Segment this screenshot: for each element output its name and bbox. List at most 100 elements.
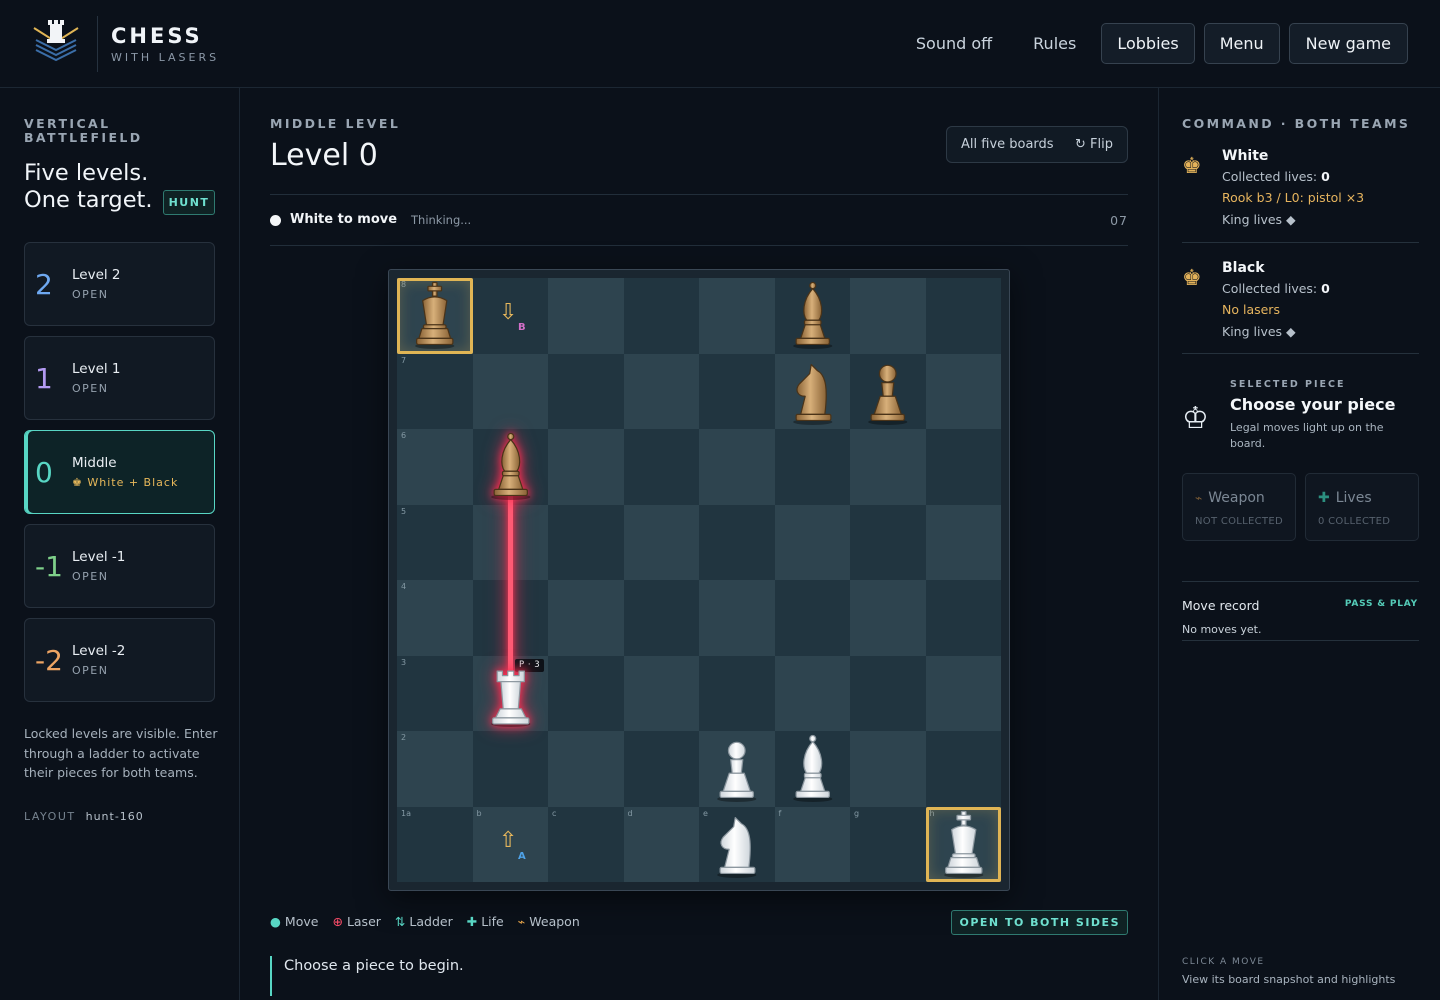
- board-square-d5[interactable]: [623, 504, 699, 580]
- sidebar-heading: Five levels. One target.: [24, 160, 153, 214]
- sound-toggle-link[interactable]: Sound off: [900, 23, 1008, 64]
- turn-label: White to move: [290, 212, 398, 227]
- board-square-a5[interactable]: 5: [397, 504, 473, 580]
- lobbies-button[interactable]: Lobbies: [1101, 23, 1195, 64]
- selected-piece-eyebrow: SELECTED PIECE: [1230, 379, 1346, 390]
- board-square-g3[interactable]: [850, 655, 926, 731]
- board-square-h6[interactable]: [925, 429, 1001, 505]
- board-square-f5[interactable]: [774, 504, 850, 580]
- rook-logo-icon[interactable]: [30, 16, 82, 64]
- board-square-a6[interactable]: 6: [397, 429, 473, 505]
- white-pawn-piece[interactable]: [699, 731, 775, 807]
- turn-counter: 07: [1110, 213, 1128, 228]
- board-coordinate: f: [778, 808, 782, 818]
- board-square-g2[interactable]: [850, 731, 926, 807]
- lives-stat-sub: 0 COLLECTED: [1318, 516, 1391, 527]
- board-square-d6[interactable]: [623, 429, 699, 505]
- board-square-h8[interactable]: [925, 278, 1001, 354]
- chess-board[interactable]: 8 7 6 5 4 3 2 1a b c d e f g h P · 3 ⇩ B ⇧ A: [397, 278, 1001, 882]
- board-square-c4[interactable]: [548, 580, 624, 656]
- board-square-g6[interactable]: [850, 429, 926, 505]
- board-square-e5[interactable]: [699, 504, 775, 580]
- chess-board-frame: 8 7 6 5 4 3 2 1a b c d e f g h P · 3 ⇩ B ⇧ A: [388, 269, 1010, 891]
- white-king-icon: ♚: [1182, 154, 1202, 179]
- board-square-h7[interactable]: [925, 353, 1001, 429]
- black-knight-piece[interactable]: [775, 354, 851, 430]
- click-move-eyebrow: CLICK A MOVE: [1182, 957, 1265, 967]
- life-plus-icon: ✚: [1318, 490, 1330, 506]
- lives-stat-title: ✚ Lives: [1318, 490, 1372, 506]
- board-square-d1[interactable]: d: [623, 806, 699, 882]
- board-square-f4[interactable]: [774, 580, 850, 656]
- white-knight-piece[interactable]: [699, 807, 775, 883]
- board-square-d4[interactable]: [623, 580, 699, 656]
- board-square-c5[interactable]: [548, 504, 624, 580]
- board-square-h5[interactable]: [925, 504, 1001, 580]
- board-coordinate: g: [854, 808, 860, 818]
- board-square-c2[interactable]: [548, 731, 624, 807]
- board-square-d2[interactable]: [623, 731, 699, 807]
- ladder-up-icon[interactable]: ⇧: [499, 828, 517, 853]
- level-card-2[interactable]: 2 Level 2 OPEN: [24, 242, 215, 326]
- board-square-a4[interactable]: 4: [397, 580, 473, 656]
- board-square-b2[interactable]: [472, 731, 548, 807]
- white-bishop-piece[interactable]: [775, 731, 851, 807]
- board-square-e4[interactable]: [699, 580, 775, 656]
- level-card-middle[interactable]: 0 Middle ♚ White + Black: [24, 430, 215, 514]
- board-square-c7[interactable]: [548, 353, 624, 429]
- level-number: -2: [35, 644, 63, 677]
- weapon-stat-card[interactable]: ⌁ Weapon NOT COLLECTED: [1182, 473, 1296, 541]
- board-square-a1[interactable]: 1a: [397, 806, 473, 882]
- team-lives: Collected lives: 0: [1222, 169, 1330, 184]
- move-record-empty: No moves yet.: [1182, 623, 1262, 636]
- white-king-piece[interactable]: [926, 807, 1002, 883]
- board-square-g1[interactable]: g: [850, 806, 926, 882]
- board-square-g8[interactable]: [850, 278, 926, 354]
- board-square-c6[interactable]: [548, 429, 624, 505]
- lives-stat-card[interactable]: ✚ Lives 0 COLLECTED: [1305, 473, 1419, 541]
- level-name: Level -1: [72, 549, 126, 565]
- menu-button[interactable]: Menu: [1203, 23, 1280, 64]
- board-square-a3[interactable]: 3: [397, 655, 473, 731]
- black-king-piece[interactable]: [397, 278, 473, 354]
- level-card-minus-1[interactable]: -1 Level -1 OPEN: [24, 524, 215, 608]
- team-king-status: King lives ◆: [1222, 324, 1296, 339]
- board-square-c1[interactable]: c: [548, 806, 624, 882]
- level-card-minus-2[interactable]: -2 Level -2 OPEN: [24, 618, 215, 702]
- black-pawn-piece[interactable]: [850, 354, 926, 430]
- board-square-e3[interactable]: [699, 655, 775, 731]
- weapon-stat-title: ⌁ Weapon: [1195, 490, 1265, 506]
- board-square-c3[interactable]: [548, 655, 624, 731]
- board-square-f3[interactable]: [774, 655, 850, 731]
- board-square-b7[interactable]: [472, 353, 548, 429]
- board-square-a2[interactable]: 2: [397, 731, 473, 807]
- board-square-d8[interactable]: [623, 278, 699, 354]
- black-bishop-piece[interactable]: [473, 429, 549, 505]
- all-boards-button[interactable]: All five boards: [961, 127, 1054, 162]
- board-square-g4[interactable]: [850, 580, 926, 656]
- board-square-h4[interactable]: [925, 580, 1001, 656]
- ladder-down-icon[interactable]: ⇩: [499, 300, 517, 325]
- board-square-h2[interactable]: [925, 731, 1001, 807]
- white-rook-piece[interactable]: [473, 656, 549, 732]
- flip-board-button[interactable]: ↻ Flip: [1075, 127, 1113, 162]
- board-square-e6[interactable]: [699, 429, 775, 505]
- black-bishop-piece[interactable]: [775, 278, 851, 354]
- legend-laser: ⊕ Laser: [332, 914, 381, 929]
- level-card-1[interactable]: 1 Level 1 OPEN: [24, 336, 215, 420]
- board-square-d7[interactable]: [623, 353, 699, 429]
- board-square-c8[interactable]: [548, 278, 624, 354]
- level-number: 2: [35, 268, 53, 301]
- board-square-e7[interactable]: [699, 353, 775, 429]
- board-square-f6[interactable]: [774, 429, 850, 505]
- board-square-e8[interactable]: [699, 278, 775, 354]
- board-square-a7[interactable]: 7: [397, 353, 473, 429]
- board-square-h3[interactable]: [925, 655, 1001, 731]
- levels-note: Locked levels are visible. Enter through…: [24, 726, 218, 780]
- rules-link[interactable]: Rules: [1017, 23, 1092, 64]
- board-square-f1[interactable]: f: [774, 806, 850, 882]
- board-square-g5[interactable]: [850, 504, 926, 580]
- board-coordinate: 1a: [401, 808, 411, 818]
- new-game-button[interactable]: New game: [1288, 23, 1408, 64]
- board-square-d3[interactable]: [623, 655, 699, 731]
